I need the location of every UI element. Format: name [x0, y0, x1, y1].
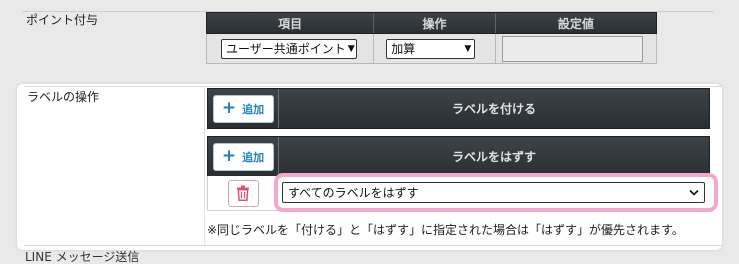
card-divider-top: [24, 86, 722, 87]
plus-icon: +: [222, 148, 236, 165]
column-header-setting: 設定値: [496, 13, 656, 33]
setting-cell: [496, 34, 656, 63]
item-cell: ユーザー共通ポイント ▼: [207, 34, 374, 63]
point-section: ポイント付与 項目 操作 設定値 ユーザー共通ポイント ▼ 加算 ▼: [0, 0, 739, 80]
add-label-header: + 追加 ラベルを付ける: [207, 88, 710, 129]
label-section-label: ラベルの操作: [27, 88, 99, 105]
next-section-label: LINE メッセージ送信: [25, 251, 139, 263]
card-divider-bottom: [24, 245, 722, 246]
chevron-down-icon: ▼: [464, 44, 471, 54]
chevron-down-icon: [689, 189, 699, 196]
plus-icon: +: [222, 100, 236, 117]
delete-button[interactable]: [228, 180, 259, 207]
column-header-item: 項目: [207, 13, 374, 33]
remove-label-add-cell: + 追加: [208, 137, 279, 176]
delete-cell: [208, 176, 279, 210]
column-header-operation: 操作: [374, 13, 495, 33]
remove-label-select-value: すべてのラベルをはずす: [288, 184, 419, 201]
point-table-row: ユーザー共通ポイント ▼ 加算 ▼: [206, 34, 657, 64]
remove-label-header: + 追加 ラベルをはずす: [207, 136, 710, 177]
remove-label-select[interactable]: すべてのラベルをはずす: [282, 182, 705, 203]
add-label-add-cell: + 追加: [208, 89, 279, 128]
remove-label-add-button[interactable]: + 追加: [213, 143, 274, 171]
remove-label-title: ラベルをはずす: [279, 137, 709, 176]
point-operation-select-value: 加算: [391, 40, 415, 57]
add-button-label: 追加: [242, 149, 264, 165]
point-item-select[interactable]: ユーザー共通ポイント ▼: [221, 39, 357, 59]
point-operation-select[interactable]: 加算 ▼: [386, 39, 475, 59]
add-label-title: ラベルを付ける: [279, 89, 709, 128]
operation-cell: 加算 ▼: [374, 34, 495, 63]
add-button-label: 追加: [242, 101, 264, 117]
card-column-divider: [204, 86, 205, 246]
chevron-down-icon: ▼: [348, 44, 355, 54]
add-label-add-button[interactable]: + 追加: [213, 95, 274, 123]
trash-icon: [236, 185, 250, 201]
priority-note: ※同じラベルを「付ける」と「はずす」に指定された場合は「はずす」が優先されます。: [207, 221, 684, 238]
label-operation-card: ラベルの操作 + 追加 ラベルを付ける + 追加 ラベルをはずす: [17, 84, 722, 250]
point-table: 項目 操作 設定値 ユーザー共通ポイント ▼ 加算 ▼: [206, 12, 657, 64]
point-setting-input[interactable]: [502, 36, 643, 62]
point-table-header: 項目 操作 設定値: [206, 12, 657, 34]
point-item-select-value: ユーザー共通ポイント: [226, 40, 346, 57]
point-section-label: ポイント付与: [26, 11, 98, 28]
